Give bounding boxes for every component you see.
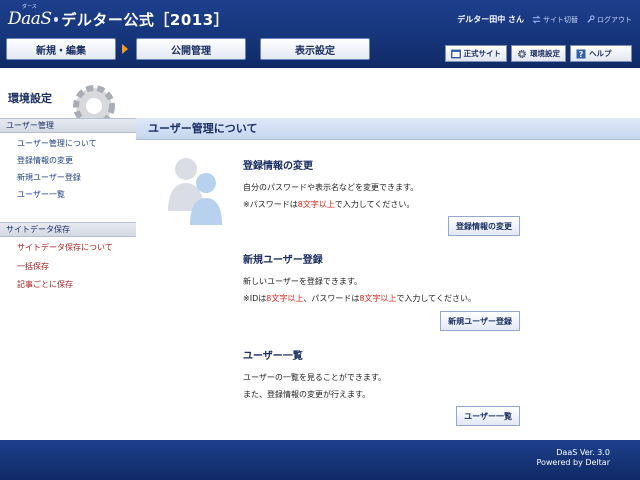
logo-ruby: ダース [22, 4, 37, 10]
sidebar-item-new-user[interactable]: 新規ユーザー登録 [17, 172, 81, 183]
logout-label: ログアウト [597, 15, 632, 24]
section-note-new-user: ※IDは8文字以上、パスワードは8文字以上で入力してください。 [243, 293, 476, 304]
toolbar: 正式サイト 環境設定 ? ヘルプ [444, 45, 632, 62]
site-title: デルター公式［2013］ [61, 10, 230, 29]
section-title-user-list: ユーザー一覧 [243, 351, 303, 362]
sidebar-item-bulk-save[interactable]: 一括保存 [17, 261, 49, 272]
user-area: デルター田中 さん サイト切替 ログアウト [457, 14, 632, 25]
sidebar-section-user: ユーザー管理 [0, 118, 136, 133]
user-name: デルター田中 さん [457, 15, 524, 24]
env-settings-button[interactable]: 環境設定 [511, 45, 566, 62]
version-text: DaaS Ver. 3.0 [556, 448, 610, 457]
sidebar-title: 環境設定 [8, 92, 52, 105]
site-switch-link[interactable]: サイト切替 [532, 15, 578, 25]
change-info-button[interactable]: 登録情報の変更 [448, 216, 520, 236]
gear-icon [517, 49, 527, 58]
nav-new-edit[interactable]: 新規・編集 [6, 38, 116, 60]
section-desc-new-user: 新しいユーザーを登録できます。 [243, 277, 363, 286]
section-desc-change-info: 自分のパスワードや表示名などを変更できます。 [243, 183, 419, 192]
logout-link[interactable]: ログアウト [586, 15, 632, 25]
question-icon: ? [576, 49, 586, 59]
sidebar-item-user-list[interactable]: ユーザー一覧 [17, 189, 65, 200]
sidebar: 環境設定 ユーザー管理 ユーザー管理について 登録情報の変更 新規ユーザー登録 … [0, 68, 136, 440]
app-header: ダース DaaS デルター公式［2013］ デルター田中 さん サイト切替 ログ… [0, 0, 640, 68]
sidebar-item-change-info[interactable]: 登録情報の変更 [17, 155, 73, 166]
new-user-button[interactable]: 新規ユーザー登録 [440, 311, 520, 331]
window-icon [450, 49, 461, 58]
logo-dot [53, 16, 59, 22]
powered-by-text: Powered by Deltar [536, 458, 610, 467]
main-nav: 新規・編集 公開管理 表示設定 [6, 38, 370, 60]
section-desc-user-list: ユーザーの一覧を見ることができます。 [243, 373, 387, 382]
svg-text:?: ? [579, 50, 584, 59]
section-title-change-info: 登録情報の変更 [243, 161, 313, 172]
sidebar-section-sitedata: サイトデータ保存 [0, 222, 136, 237]
note-highlight: 8文字以上 [266, 294, 304, 303]
section-note-change-info: ※パスワードは8文字以上で入力してください。 [243, 199, 414, 210]
arrow-right-icon [122, 44, 128, 54]
user-list-button[interactable]: ユーザー一覧 [456, 406, 520, 426]
official-site-label: 正式サイト [463, 49, 502, 58]
main-content: ユーザー管理について 登録情報の変更 自分のパスワードや表示名などを変更できます… [136, 68, 640, 440]
sidebar-item-save-per-article[interactable]: 記事ごとに保存 [17, 279, 73, 290]
env-settings-label: 環境設定 [530, 49, 560, 58]
nav-publish[interactable]: 公開管理 [136, 38, 246, 60]
note-text: 、パスワードは [303, 294, 360, 303]
note-text: ※パスワードは [243, 200, 298, 209]
page-title: ユーザー管理について [136, 118, 640, 140]
site-switch-label: サイト切替 [543, 15, 578, 24]
app-footer: DaaS Ver. 3.0 Powered by Deltar [0, 440, 640, 480]
app-logo[interactable]: ダース DaaS デルター公式［2013］ [8, 4, 230, 32]
note-highlight: 8文字以上 [297, 200, 335, 209]
nav-display-settings[interactable]: 表示設定 [260, 38, 370, 60]
section-title-new-user: 新規ユーザー登録 [243, 255, 323, 266]
sidebar-item-user-about[interactable]: ユーザー管理について [17, 138, 97, 149]
help-button[interactable]: ? ヘルプ [570, 45, 632, 62]
help-label: ヘルプ [589, 49, 612, 58]
wrench-icon [587, 15, 595, 23]
logo-daas: DaaS [8, 9, 52, 29]
note-text: で入力してください。 [396, 294, 476, 303]
swap-icon [532, 15, 541, 24]
section-note-user-list: また、登録情報の変更が行えます。 [243, 390, 371, 399]
users-icon [168, 158, 222, 225]
note-text: で入力してください。 [334, 200, 415, 209]
note-highlight: 8文字以上 [359, 294, 397, 303]
sidebar-item-sitedata-about[interactable]: サイトデータ保存について [17, 242, 113, 253]
note-text: ※IDは [243, 294, 267, 303]
official-site-button[interactable]: 正式サイト [444, 45, 507, 62]
